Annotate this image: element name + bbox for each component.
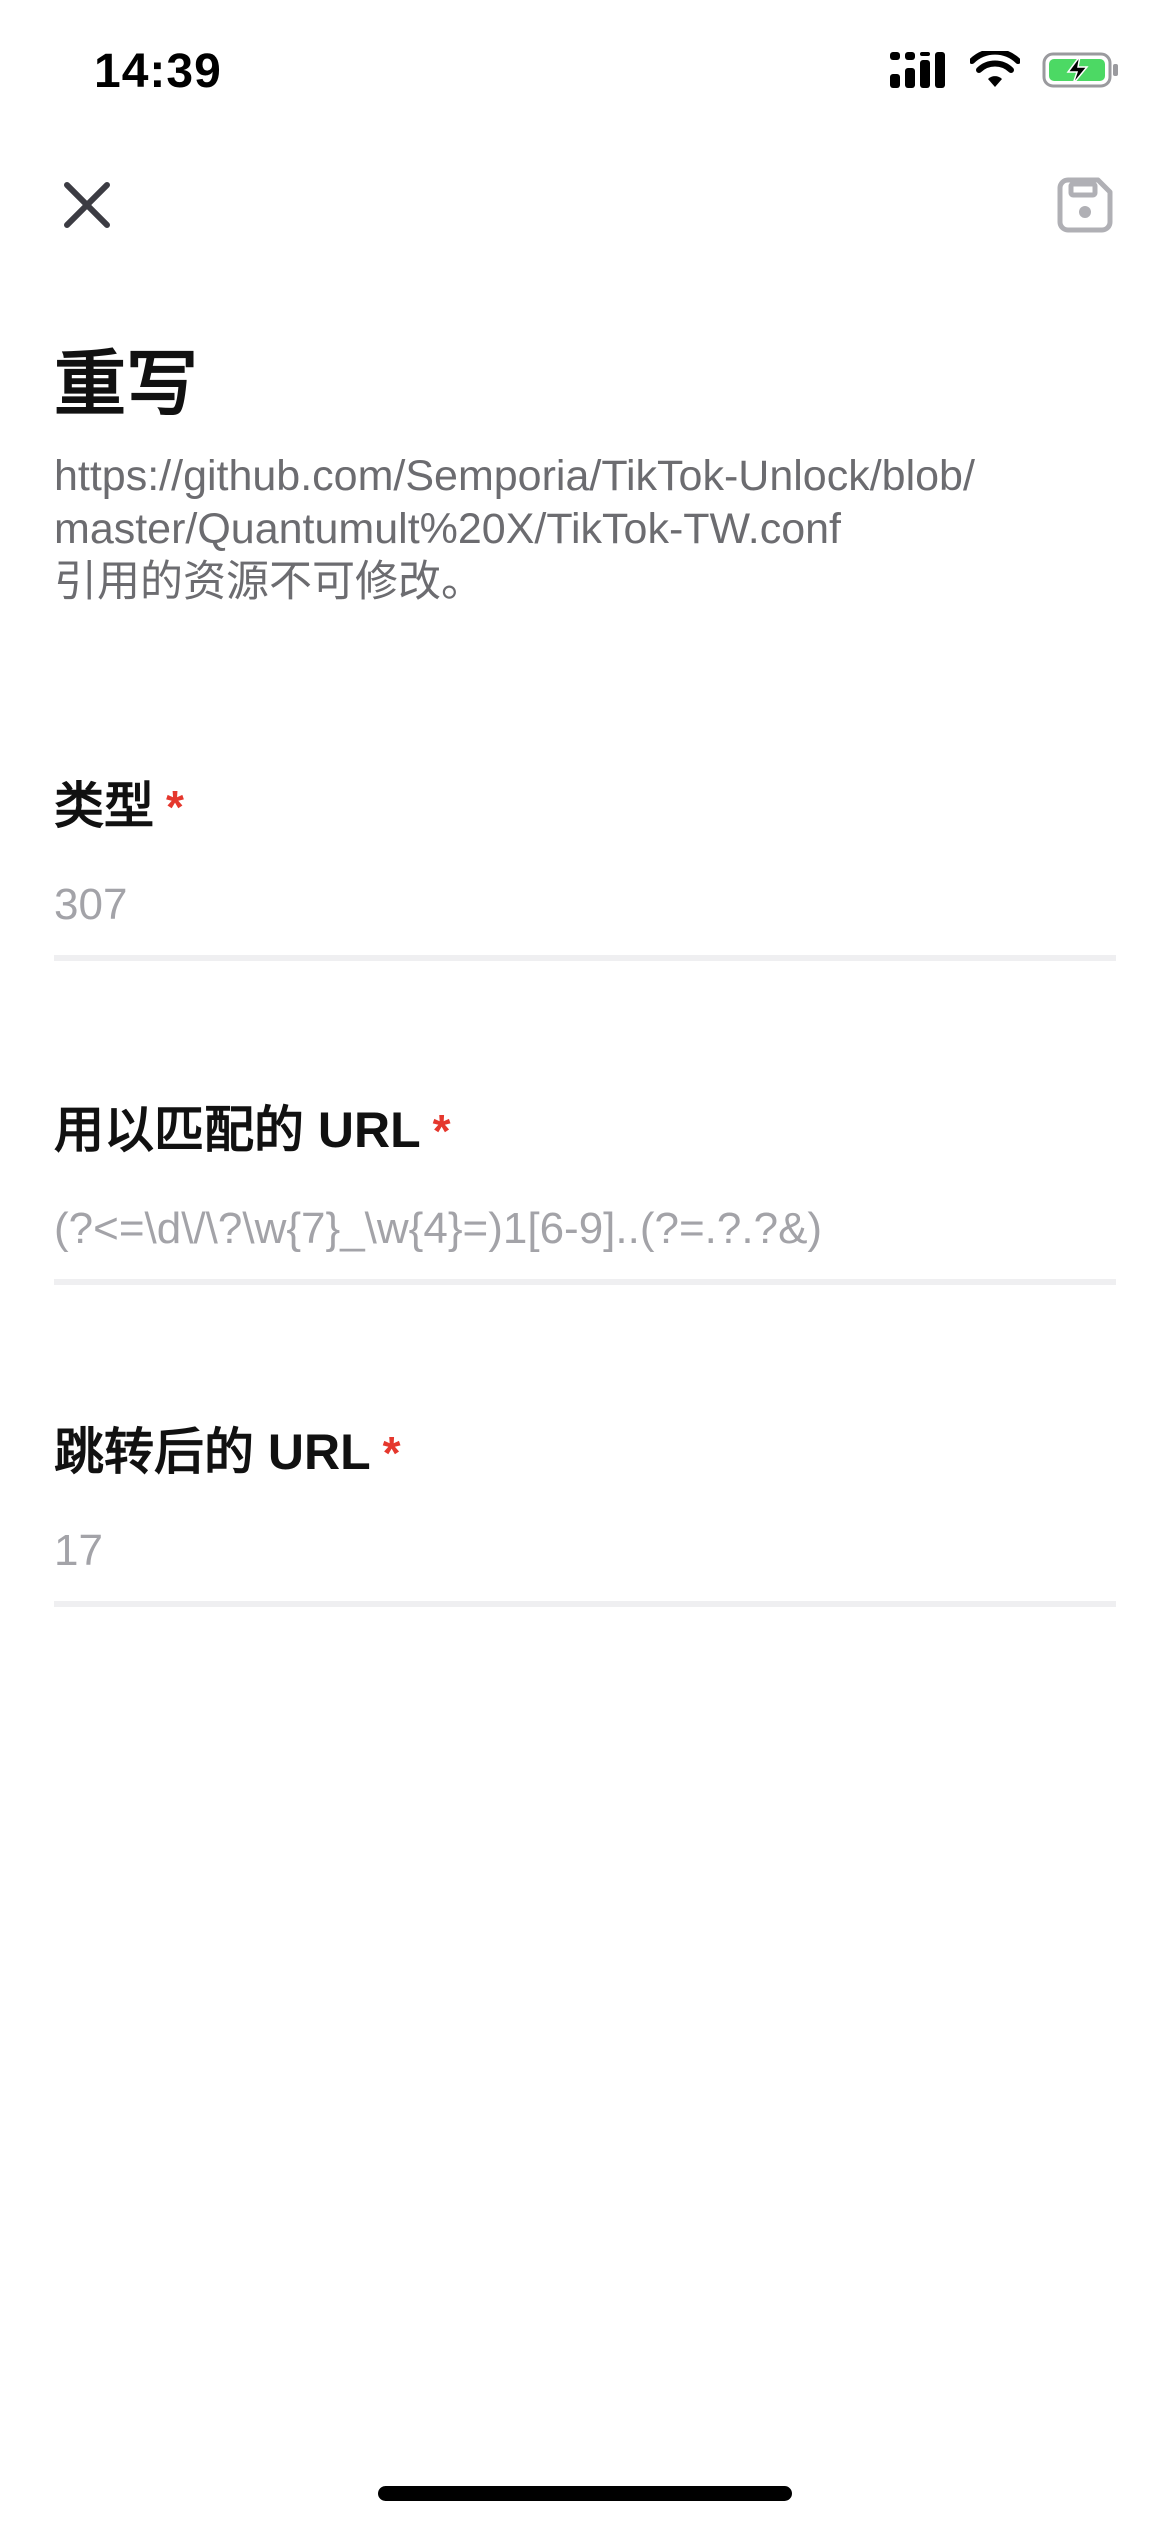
type-input[interactable]: 307 (54, 877, 1116, 961)
save-button[interactable] (1050, 172, 1120, 242)
type-field: 类型 * 307 (54, 776, 1116, 961)
wifi-icon (969, 48, 1021, 94)
status-time: 14:39 (94, 45, 222, 98)
match-url-input[interactable]: (?<=\d\/\?\w{7}_\w{4}=)1[6-9]..(?=.?.?&) (54, 1201, 1116, 1285)
status-bar: 14:39 (0, 0, 1170, 150)
redirect-url-label-text: 跳转后的 URL (54, 1424, 371, 1480)
type-field-label: 类型 * (54, 776, 1116, 837)
required-asterisk: * (432, 1105, 451, 1157)
match-url-label-text: 用以匹配的 URL (54, 1102, 421, 1158)
source-url-line2: master/Quantumult%20X/TikTok-TW.conf (54, 505, 841, 553)
close-button[interactable] (52, 172, 122, 242)
source-description: https://github.com/Semporia/TikTok-Unloc… (54, 450, 1124, 609)
match-url-field: 用以匹配的 URL * (?<=\d\/\?\w{7}_\w{4}=)1[6-9]… (54, 1100, 1116, 1285)
redirect-url-field: 跳转后的 URL * 17 (54, 1422, 1116, 1607)
source-readonly-note: 引用的资源不可修改。 (54, 558, 484, 606)
redirect-url-field-label: 跳转后的 URL * (54, 1422, 1116, 1483)
battery-charging-icon (1042, 50, 1120, 95)
redirect-url-input[interactable]: 17 (54, 1523, 1116, 1607)
type-label-text: 类型 (54, 778, 154, 834)
match-url-field-label: 用以匹配的 URL * (54, 1100, 1116, 1161)
status-icons (890, 48, 1120, 95)
save-icon (1056, 176, 1114, 239)
required-asterisk: * (382, 1427, 401, 1479)
page-title: 重写 (54, 345, 199, 425)
cellular-signal-icon (890, 50, 948, 95)
close-icon (61, 179, 113, 236)
source-url-line1: https://github.com/Semporia/TikTok-Unloc… (54, 452, 975, 500)
home-indicator[interactable] (378, 2486, 792, 2501)
required-asterisk: * (166, 781, 184, 833)
